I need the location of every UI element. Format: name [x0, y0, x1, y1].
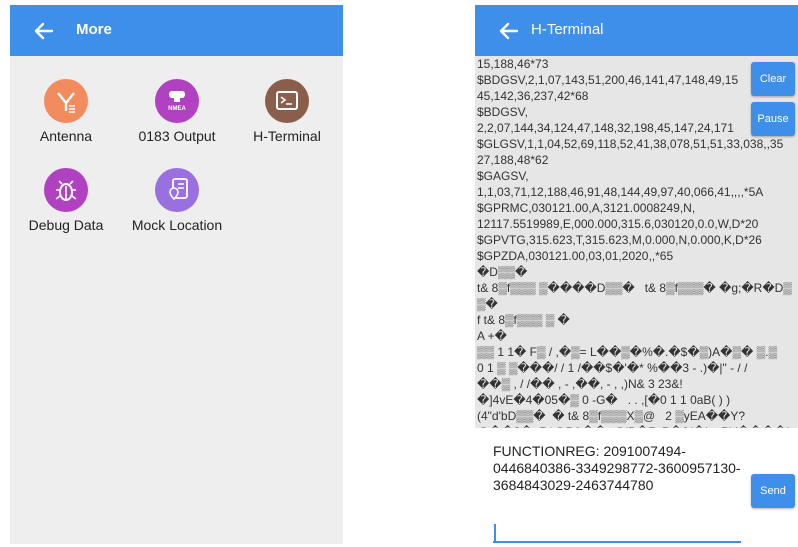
- terminal-line: t& 8▒f▒▒▒ ▒����D▒▒� t& 8▒f▒▒▒� �g;�R�D▒▒…: [477, 281, 792, 311]
- bug-icon: [44, 168, 88, 212]
- terminal-line: ▒▒ 1 1� F▒ / ,�▒= L��▒�%�.�$�▒)A�▒� ▒.▒: [477, 345, 777, 359]
- terminal-line: �D▒▒�: [477, 265, 528, 279]
- mock-location-icon: [155, 168, 199, 212]
- terminal-line: 15,188,46*73: [477, 57, 549, 71]
- menu-item-0183-output[interactable]: NMEA 0183 Output: [127, 79, 227, 144]
- more-app-bar: More: [10, 5, 343, 56]
- menu-item-mock-location[interactable]: Mock Location: [127, 168, 227, 233]
- pause-button[interactable]: Pause: [751, 102, 795, 136]
- terminal-line: 45,142,36,237,42*68: [477, 89, 589, 103]
- terminal-line: $GPRMC,030121.00,A,3121.0008249,N,: [477, 201, 696, 215]
- terminal-line: $BDGSV,2,1,07,143,51,200,46,141,47,148,4…: [477, 73, 739, 87]
- page-title: H-Terminal: [531, 21, 604, 38]
- antenna-icon: [44, 79, 88, 123]
- clear-button[interactable]: Clear: [751, 62, 795, 96]
- h-terminal-screen: H-Terminal 15,188,46*73 $BDGSV,2,1,07,143…: [475, 5, 798, 544]
- terminal-line: ��▒ , / /�� , - ,��, - , ,)N& 3 23&!: [477, 377, 683, 391]
- menu-item-label: H-Terminal: [253, 128, 321, 144]
- menu-item-debug-data[interactable]: Debug Data: [16, 168, 116, 233]
- terminal-line: $GPVTG,315.623,T,315.623,M,0.000,N,0.000…: [477, 233, 762, 247]
- more-screen: More Antenna NMEA 0183 Output H-Terminal…: [10, 5, 343, 544]
- terminal-line: A +�: [477, 329, 507, 343]
- page-title: More: [76, 21, 112, 38]
- command-input[interactable]: FUNCTIONREG: 2091007494-0446840386-33492…: [493, 443, 743, 494]
- input-underline: [493, 541, 741, 543]
- terminal-line: 12117.5519989,E,000.000,315.6,030120,0.0…: [477, 217, 759, 231]
- back-arrow-icon[interactable]: [32, 20, 54, 42]
- terminal-line: $GLGSV,1,1,04,52,69,118,52,41,38,078,51,…: [477, 137, 784, 151]
- terminal-line: $GAGSV,: [477, 169, 529, 183]
- menu-item-label: Mock Location: [131, 217, 223, 233]
- menu-item-label: Antenna: [39, 128, 93, 144]
- back-arrow-icon[interactable]: [497, 20, 519, 42]
- terminal-line: (4"d'bD▒▒� � t& 8▒f▒▒▒X▒@ 2 ▒yEA��Y?: [477, 409, 746, 423]
- menu-item-label: Debug Data: [28, 217, 104, 233]
- terminal-line: $BDGSV,: [477, 105, 528, 119]
- nmea-icon: NMEA: [155, 79, 199, 123]
- terminal-line: f t& 8▒f▒▒▒ ▒ �: [477, 313, 570, 327]
- send-button[interactable]: Send: [751, 474, 795, 508]
- text-caret: [494, 524, 496, 541]
- terminal-line: 0 1 ▒ ▒���/ / 1 /��$�'�* %��3 - .)�|" - …: [477, 361, 748, 375]
- terminal-app-bar: H-Terminal: [475, 5, 798, 56]
- terminal-line: 27,188,48*62: [477, 153, 549, 167]
- svg-text:NMEA: NMEA: [168, 106, 186, 112]
- terminal-line: $GPZDA,030121.00,03,01,2020,,*65: [477, 249, 674, 263]
- terminal-output[interactable]: 15,188,46*73 $BDGSV,2,1,07,143,51,200,46,…: [475, 56, 798, 428]
- terminal-line: @��$�ʒR^@P&��<@lB�7_P�8(�k: PV����!: [477, 424, 798, 428]
- terminal-line: 2,2,07,144,34,124,47,148,32,198,45,147,2…: [477, 121, 734, 135]
- menu-item-h-terminal[interactable]: H-Terminal: [237, 79, 337, 144]
- menu-item-label: 0183 Output: [138, 128, 216, 144]
- terminal-icon: [265, 79, 309, 123]
- terminal-line: �]4vE�4�05�▒ 0 -G� . . ,[�0 1 1 0aB( ) ): [477, 393, 731, 407]
- terminal-line: 1,1,03,71,12,188,46,91,48,144,49,97,40,0…: [477, 185, 764, 199]
- menu-item-antenna[interactable]: Antenna: [16, 79, 116, 144]
